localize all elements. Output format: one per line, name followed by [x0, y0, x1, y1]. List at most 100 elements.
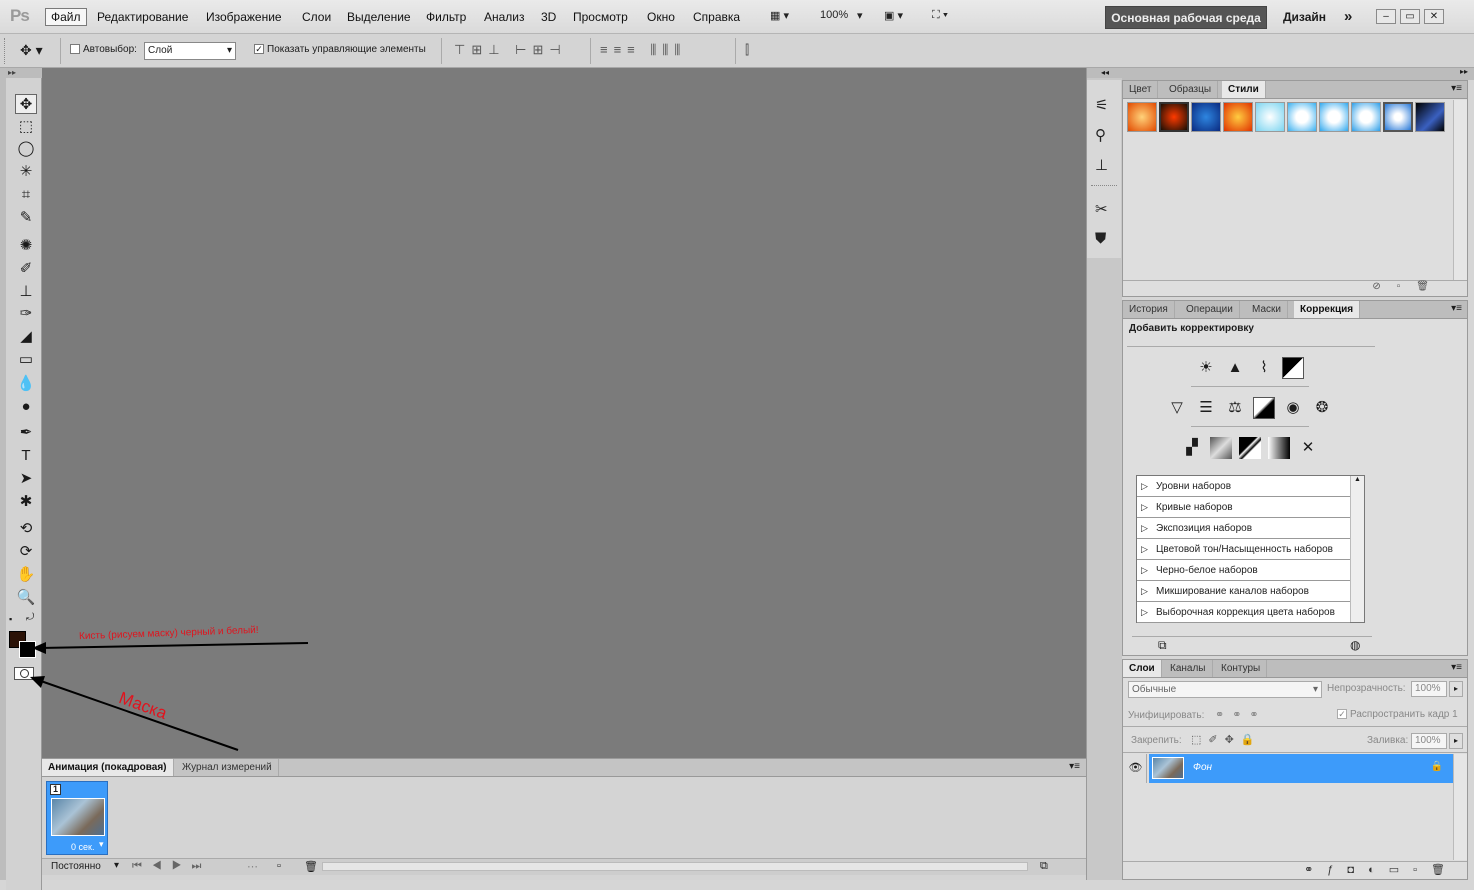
navigator-panel-icon[interactable]: ✂	[1095, 200, 1108, 218]
document-canvas-area[interactable]: Кисть (рисуем маску) черный и белый! Мас…	[30, 68, 1086, 758]
style-swatch[interactable]	[1415, 102, 1445, 132]
preset-curves[interactable]: Кривые наборов	[1137, 497, 1350, 518]
tab-paths[interactable]: Контуры	[1215, 660, 1268, 677]
3d-panel-icon[interactable]: ⛊	[1095, 230, 1106, 247]
tween-icon[interactable]: ⋯	[247, 860, 258, 873]
layers-scrollbar[interactable]	[1453, 754, 1467, 860]
delete-frame-icon[interactable]: 🗑	[304, 860, 318, 873]
tool-presets-panel-icon[interactable]: ⊥	[1095, 156, 1108, 174]
hue-saturation-icon[interactable]: ☰	[1195, 397, 1217, 419]
preset-black-white[interactable]: Черно-белое наборов	[1137, 560, 1350, 581]
tab-adjustments[interactable]: Коррекция	[1294, 301, 1361, 318]
gradient-map-icon[interactable]	[1268, 437, 1290, 459]
style-swatch[interactable]	[1383, 102, 1413, 132]
threshold-icon[interactable]	[1239, 437, 1261, 459]
tab-channels[interactable]: Каналы	[1164, 660, 1213, 677]
propagate-checkbox[interactable]: ✓	[1337, 709, 1347, 720]
invert-icon[interactable]: ▞	[1181, 437, 1203, 459]
tab-animation[interactable]: Анимация (покадровая)	[42, 759, 174, 776]
blend-mode-select[interactable]: Обычные ▾	[1128, 681, 1322, 698]
tab-masks[interactable]: Маски	[1246, 301, 1288, 318]
brightness-contrast-icon[interactable]: ☀	[1195, 357, 1217, 379]
frames-scrollbar[interactable]	[322, 862, 1028, 871]
animation-frame[interactable]: 1 0 сек. ▾	[46, 781, 108, 855]
collapse-icon[interactable]: ▸▸	[1460, 67, 1468, 76]
style-swatch[interactable]	[1319, 102, 1349, 132]
black-white-icon[interactable]	[1253, 397, 1275, 419]
unify-buttons[interactable]: ⚭⚭⚭	[1215, 708, 1267, 721]
tab-actions[interactable]: Операции	[1180, 301, 1240, 318]
delete-layer-icon[interactable]: 🗑	[1431, 864, 1459, 876]
style-swatch[interactable]	[1223, 102, 1253, 132]
eye-icon[interactable]: 👁	[1125, 754, 1147, 783]
styles-scrollbar[interactable]	[1453, 100, 1467, 280]
style-swatch[interactable]	[1287, 102, 1317, 132]
lock-buttons[interactable]: ⬚✐✥🔒	[1191, 733, 1262, 746]
workspace-design[interactable]: Дизайн	[1283, 10, 1326, 24]
panel-menu-icon[interactable]: ▾≡	[1451, 303, 1462, 314]
style-swatch[interactable]	[1159, 102, 1189, 132]
loop-select[interactable]: Постоянно	[51, 861, 101, 872]
preset-levels[interactable]: Уровни наборов	[1137, 476, 1350, 497]
style-swatch[interactable]	[1191, 102, 1221, 132]
link-layers-icon[interactable]: ⚭	[1304, 864, 1327, 876]
opacity-slider-button[interactable]: ▸	[1449, 681, 1463, 697]
workspace-button[interactable]: Основная рабочая среда	[1105, 6, 1267, 29]
style-swatch[interactable]	[1351, 102, 1381, 132]
layer-name[interactable]: Фон	[1193, 762, 1212, 773]
exposure-icon[interactable]	[1282, 357, 1304, 379]
preset-hue-saturation[interactable]: Цветовой тон/Насыщенность наборов	[1137, 539, 1350, 560]
fill-slider-button[interactable]: ▸	[1449, 733, 1463, 749]
style-swatch[interactable]	[1255, 102, 1285, 132]
layer-style-icon[interactable]: ƒ	[1327, 864, 1347, 876]
preset-channel-mixer[interactable]: Микширование каналов наборов	[1137, 581, 1350, 602]
preset-selective-color[interactable]: Выборочная коррекция цвета наборов	[1137, 602, 1350, 623]
maximize-button[interactable]: ▭	[1400, 9, 1420, 24]
close-button[interactable]: ✕	[1424, 9, 1444, 24]
chevron-down-icon[interactable]: ▾	[99, 839, 104, 850]
opacity-input[interactable]: 100%	[1411, 681, 1447, 697]
levels-icon[interactable]: ▲	[1224, 357, 1246, 379]
delete-style-icon[interactable]: 🗑	[1416, 281, 1445, 292]
vibrance-icon[interactable]: ▽	[1166, 397, 1188, 419]
clone-source-panel-icon[interactable]: ⚲	[1095, 126, 1106, 144]
tab-color[interactable]: Цвет	[1123, 81, 1159, 98]
preset-exposure[interactable]: Экспозиция наборов	[1137, 518, 1350, 539]
add-mask-icon[interactable]: ◘	[1347, 864, 1368, 876]
presets-toggle-icon[interactable]: ◍	[1350, 638, 1360, 652]
tab-history[interactable]: История	[1123, 301, 1175, 318]
style-swatch[interactable]	[1127, 102, 1157, 132]
photo-filter-icon[interactable]: ◉	[1282, 397, 1304, 419]
brushes-panel-icon[interactable]: ⚟	[1095, 96, 1108, 114]
convert-to-timeline-icon[interactable]: ⧉	[1040, 860, 1048, 873]
new-layer-icon[interactable]: ▫	[1413, 864, 1431, 876]
layer-row[interactable]: 👁 Фон 🔒	[1125, 754, 1453, 783]
new-adjustment-icon[interactable]: ◐	[1368, 864, 1389, 876]
expand-dock-icon[interactable]: ◂◂	[1087, 68, 1123, 78]
new-style-icon[interactable]: ▫	[1397, 281, 1417, 292]
playback-buttons[interactable]: ⏮◀▶⏭	[132, 860, 211, 873]
tab-measurement-log[interactable]: Журнал измерений	[176, 759, 279, 776]
clip-to-layer-icon[interactable]: ⧉	[1158, 638, 1167, 653]
color-balance-icon[interactable]: ⚖	[1224, 397, 1246, 419]
panel-menu-icon[interactable]: ▾≡	[1451, 83, 1462, 94]
chevron-down-icon[interactable]: ▾	[114, 860, 119, 871]
tab-layers[interactable]: Слои	[1123, 660, 1162, 677]
tab-styles[interactable]: Стили	[1222, 81, 1266, 98]
panel-menu-icon[interactable]: ▾≡	[1451, 662, 1462, 673]
separator	[1132, 636, 1372, 637]
presets-scrollbar[interactable]: ▲	[1350, 476, 1364, 622]
posterize-icon[interactable]	[1210, 437, 1232, 459]
minimize-button[interactable]: –	[1376, 9, 1396, 24]
workspace-more-icon[interactable]: »	[1344, 8, 1352, 25]
fill-input[interactable]: 100%	[1411, 733, 1447, 749]
curves-icon[interactable]: ⌇	[1253, 357, 1275, 379]
tab-swatches[interactable]: Образцы	[1163, 81, 1219, 98]
selective-color-icon[interactable]: ✕	[1297, 437, 1319, 459]
channel-mixer-icon[interactable]: ❂	[1311, 397, 1333, 419]
new-group-icon[interactable]: ▭	[1389, 864, 1413, 876]
clear-style-icon[interactable]: ⊘	[1372, 281, 1396, 292]
new-frame-icon[interactable]: ▫	[277, 860, 281, 872]
panel-menu-icon[interactable]: ▾≡	[1069, 761, 1080, 772]
frame-delay[interactable]: 0 сек.	[71, 842, 94, 852]
